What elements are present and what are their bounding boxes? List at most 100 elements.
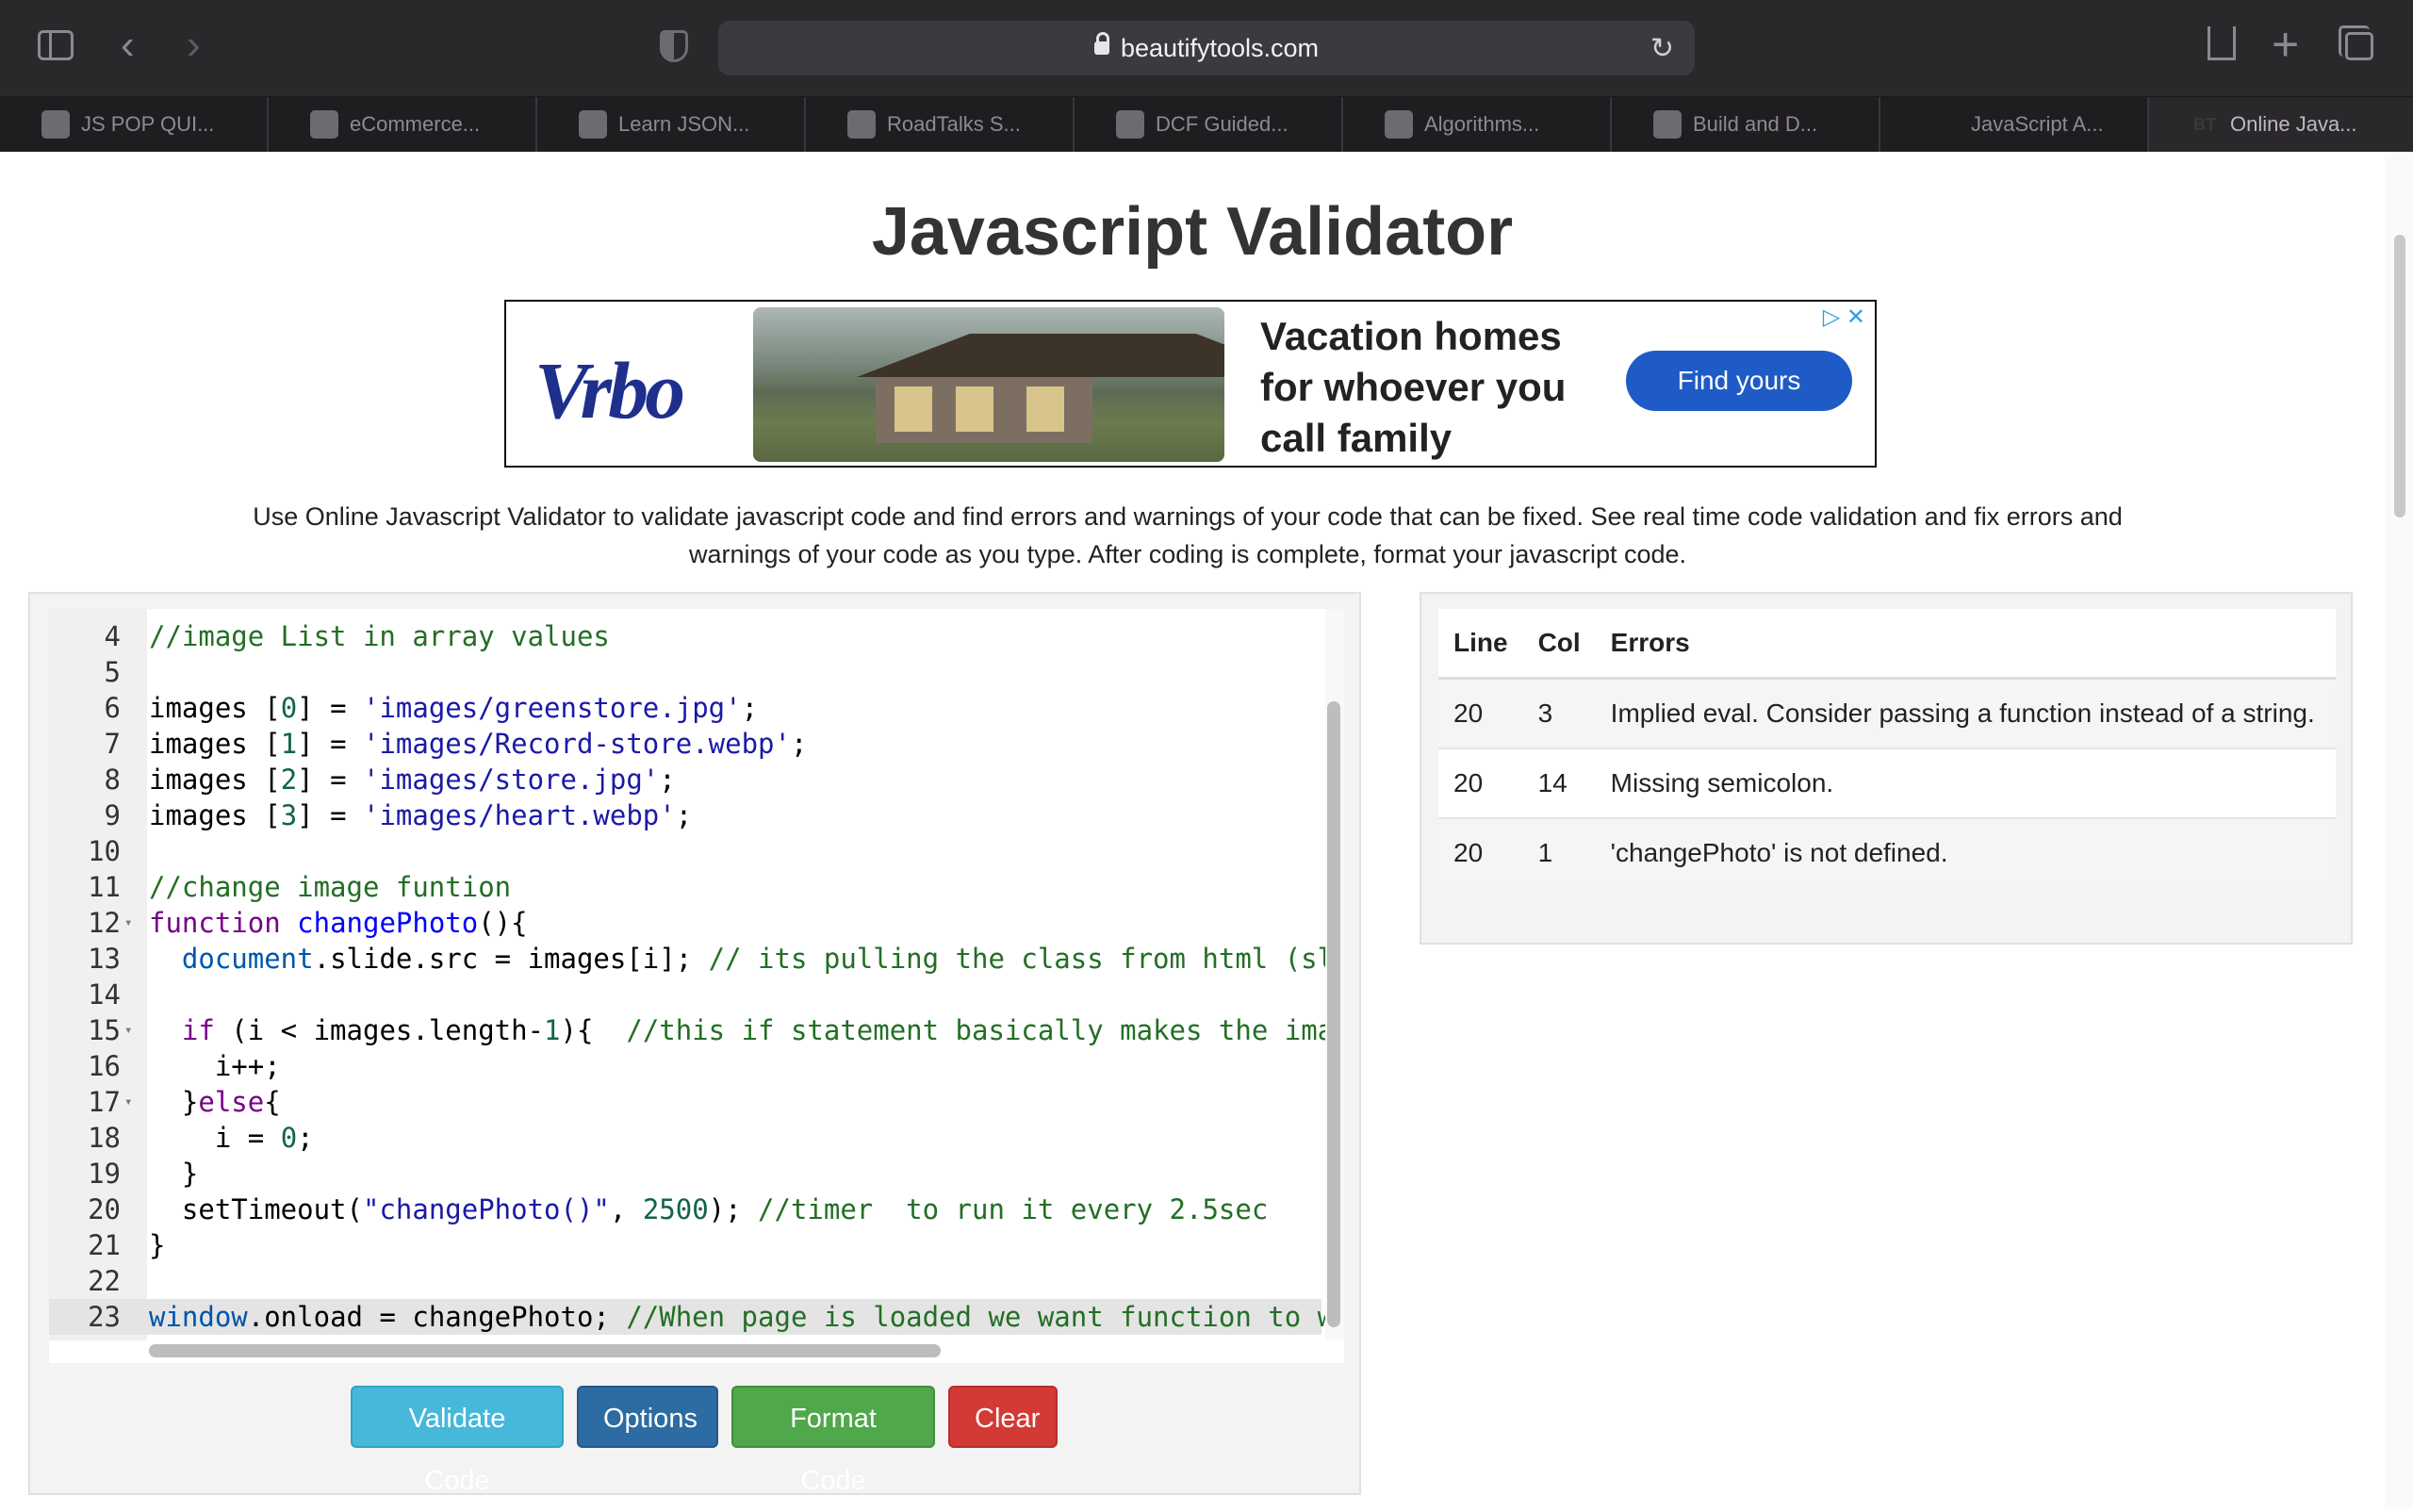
ad-banner[interactable]: Vrbo Vacation homes for whoever you call… — [504, 300, 1877, 468]
forward-icon[interactable]: › — [187, 25, 201, 66]
code-token: window — [149, 1301, 248, 1333]
validate-code-button[interactable]: Validate Code — [351, 1386, 564, 1496]
error-row[interactable]: 20 1 'changePhoto' is not defined. — [1438, 817, 2336, 887]
tab-overview-icon[interactable] — [2339, 25, 2373, 60]
code-token: images [ — [149, 799, 281, 831]
code-line[interactable]: 8 images [2] = 'images/store.jpg'; — [49, 762, 1321, 797]
line-number: 12 — [88, 907, 121, 939]
code-token: { — [264, 1086, 281, 1118]
privacy-shield-icon[interactable] — [660, 30, 688, 62]
crosshair-icon — [847, 110, 876, 139]
code-token: // its pulling the class from html (slic — [708, 943, 1344, 975]
error-row[interactable]: 20 3 Implied eval. Consider passing a fu… — [1438, 677, 2336, 748]
code-line[interactable]: 12 ▾ function changePhoto(){ — [49, 905, 1321, 941]
code-line[interactable]: 9 images [3] = 'images/heart.webp'; — [49, 797, 1321, 833]
header-col: Col — [1522, 609, 1596, 680]
code-line[interactable]: 10 — [49, 833, 1321, 869]
code-lines[interactable]: 4//image List in array values 5 6 images [0… — [49, 618, 1344, 1335]
code-text: images [2] = 'images/store.jpg'; — [149, 762, 676, 797]
error-message: Implied eval. Consider passing a functio… — [1595, 677, 2336, 748]
code-line[interactable]: 7 images [1] = 'images/Record-store.webp'… — [49, 726, 1321, 762]
format-code-button[interactable]: Format Code — [731, 1386, 935, 1496]
fold-arrow-icon[interactable]: ▾ — [124, 1084, 132, 1120]
document-icon — [310, 110, 338, 139]
error-line: 20 — [1438, 748, 1523, 818]
horizontal-scroll-thumb[interactable] — [149, 1344, 941, 1357]
code-token: //When page is loaded we want function t… — [626, 1301, 1344, 1333]
clear-button[interactable]: Clear — [948, 1386, 1058, 1448]
code-token: 0 — [280, 692, 298, 724]
code-line[interactable]: 18 i = 0; — [49, 1120, 1321, 1156]
browser-tab[interactable]: Algorithms... — [1343, 97, 1612, 152]
code-token: } — [149, 1086, 199, 1118]
error-message: Missing semicolon. — [1595, 748, 2336, 818]
url-text: beautifytools.com — [718, 31, 1695, 63]
code-text: if (i < images.length-1){ //this if stat… — [149, 1012, 1344, 1048]
page-scroll-thumb[interactable] — [2394, 235, 2405, 518]
code-token: ; — [297, 1122, 314, 1154]
code-line[interactable]: 23 window.onload = changePhoto; //When pa… — [49, 1299, 1344, 1335]
code-line[interactable]: 11 //change image funtion — [49, 869, 1321, 905]
code-token: //timer to run it every 2.5sec — [758, 1193, 1269, 1225]
address-bar[interactable]: beautifytools.com ↻ — [718, 21, 1695, 75]
browser-tab[interactable]: JS POP QUI... — [0, 97, 269, 152]
code-line[interactable]: 6 images [0] = 'images/greenstore.jpg'; — [49, 690, 1321, 726]
code-token: 'images/greenstore.jpg' — [363, 692, 742, 724]
sidebar-toggle-icon[interactable] — [38, 30, 74, 60]
code-token: , — [609, 1193, 643, 1225]
browser-tab[interactable]: JavaScript A... — [1880, 97, 2149, 152]
code-token: ; — [790, 728, 808, 760]
code-token: (i < images.length- — [214, 1014, 545, 1046]
fold-arrow-icon[interactable]: ▾ — [124, 1012, 132, 1048]
browser-tab[interactable]: BT Online Java... — [2149, 97, 2413, 152]
back-icon[interactable]: ‹ — [121, 25, 135, 66]
line-number: 20 — [88, 1193, 121, 1225]
browser-tab[interactable]: eCommerce... — [269, 97, 537, 152]
code-text: images [1] = 'images/Record-store.webp'; — [149, 726, 807, 762]
options-button[interactable]: Options — [577, 1386, 718, 1448]
tab-label: JS POP QUI... — [81, 112, 215, 136]
browser-tab[interactable]: Learn JSON... — [537, 97, 806, 152]
code-line[interactable]: 15 ▾ if (i < images.length-1){ //this if … — [49, 1012, 1344, 1048]
error-row[interactable]: 20 14 Missing semicolon. — [1438, 748, 2336, 818]
browser-tab[interactable]: RoadTalks S... — [806, 97, 1075, 152]
code-line[interactable]: 14 — [49, 977, 1321, 1012]
code-editor[interactable]: 4//image List in array values 5 6 images [0… — [49, 609, 1344, 1363]
reload-icon[interactable]: ↻ — [1650, 32, 1674, 65]
page-scrollbar[interactable] — [2385, 152, 2413, 1508]
fold-arrow-icon[interactable]: ▾ — [124, 905, 132, 941]
code-token: i = — [149, 1122, 281, 1154]
vertical-scrollbar[interactable] — [1325, 609, 1344, 1340]
code-line[interactable]: 13 document.slide.src = images[i]; // it… — [49, 941, 1344, 977]
vertical-scroll-thumb[interactable] — [1327, 701, 1340, 1327]
code-line[interactable]: 4 //image List in array values — [49, 618, 1321, 654]
share-icon[interactable] — [2208, 26, 2236, 60]
ad-cta-button[interactable]: Find yours — [1626, 351, 1852, 411]
code-line[interactable]: 21} — [49, 1227, 1321, 1263]
adchoices-icon[interactable]: ▷ ✕ — [1823, 304, 1865, 331]
code-text: //change image funtion — [149, 869, 511, 905]
code-line[interactable]: 19 } — [49, 1156, 1321, 1192]
header-errors: Errors — [1595, 609, 2336, 680]
code-token: ; — [675, 799, 693, 831]
code-line[interactable]: 20 setTimeout("changePhoto()", 2500); //… — [49, 1192, 1321, 1227]
page-title: Javascript Validator — [871, 194, 1514, 270]
browser-tab[interactable]: Build and D... — [1612, 97, 1880, 152]
browser-tab[interactable]: DCF Guided... — [1075, 97, 1343, 152]
tab-label: RoadTalks S... — [887, 112, 1021, 136]
code-line[interactable]: 17 ▾ }else{ — [49, 1084, 1321, 1120]
new-tab-icon[interactable]: + — [2272, 21, 2299, 68]
code-token: ); — [708, 1193, 759, 1225]
code-token: setTimeout( — [149, 1193, 363, 1225]
code-line[interactable]: 22 — [49, 1263, 1321, 1299]
line-number: 23 — [88, 1301, 121, 1333]
code-token: function — [149, 907, 281, 939]
code-line[interactable]: 5 — [49, 654, 1321, 690]
code-line[interactable]: 16 i++; — [49, 1048, 1321, 1084]
line-number: 21 — [88, 1229, 121, 1261]
code-text: function changePhoto(){ — [149, 905, 528, 941]
code-token: 0 — [280, 1122, 298, 1154]
